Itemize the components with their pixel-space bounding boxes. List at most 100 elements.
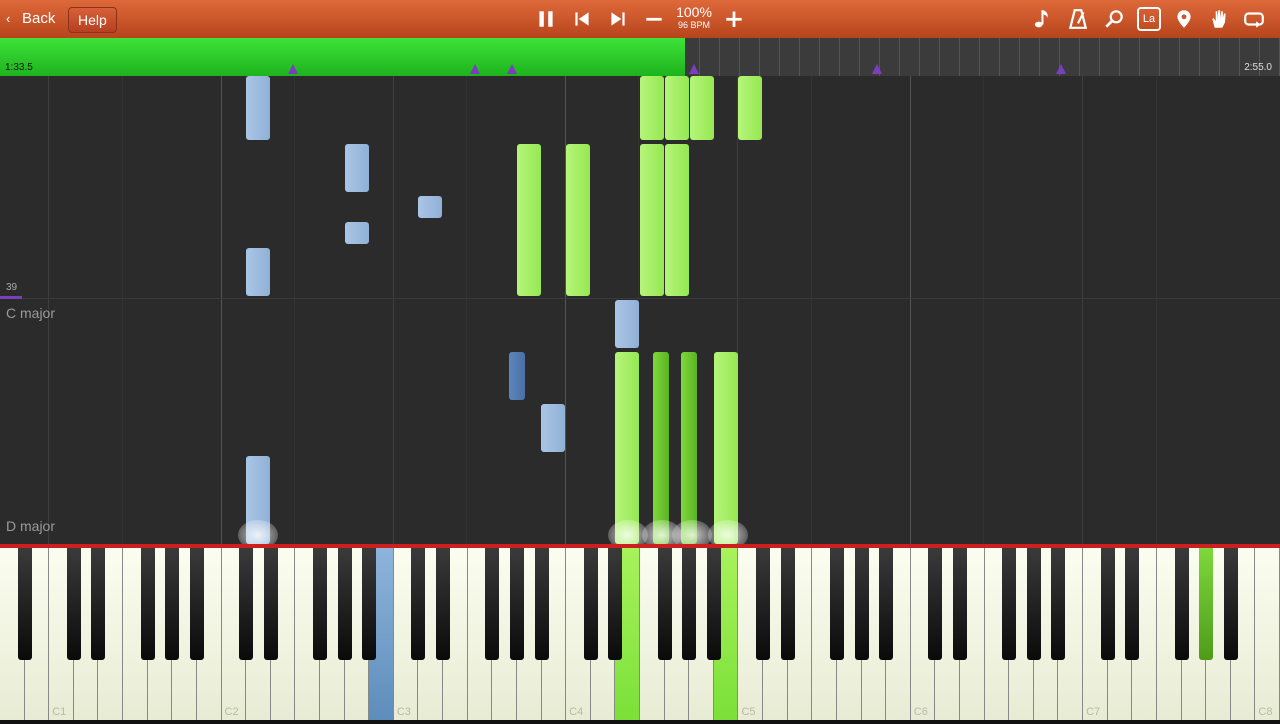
falling-note	[640, 76, 664, 140]
falling-note	[345, 222, 369, 244]
top-toolbar: ‹ Back Help 100% 96 BPM La	[0, 0, 1280, 39]
black-key[interactable]	[313, 548, 327, 660]
grid-line	[294, 76, 295, 544]
octave-label: C7	[1086, 706, 1101, 718]
pause-icon[interactable]	[534, 7, 558, 31]
black-key[interactable]	[1199, 548, 1214, 660]
black-key[interactable]	[608, 548, 623, 660]
falling-note	[246, 248, 270, 296]
falling-note	[541, 404, 565, 452]
minus-icon[interactable]	[642, 7, 666, 31]
black-key[interactable]	[657, 548, 672, 660]
black-key[interactable]	[411, 548, 426, 660]
song-timeline[interactable]: 1:33.5 2:55.0	[0, 38, 1280, 76]
falling-note	[681, 352, 697, 544]
white-key[interactable]	[1255, 548, 1280, 720]
grid-line	[1156, 76, 1157, 544]
measure-number: 39	[6, 282, 18, 293]
black-key[interactable]	[17, 548, 32, 660]
black-key[interactable]	[682, 548, 697, 660]
black-key[interactable]	[953, 548, 967, 660]
bookmark-marker[interactable]	[872, 64, 882, 74]
black-key[interactable]	[165, 548, 180, 660]
octave-label: C8	[1258, 706, 1273, 718]
metronome-icon[interactable]	[1066, 7, 1090, 31]
note-waterfall: 39 C major D major	[0, 76, 1280, 544]
key-label-badge: La	[1142, 13, 1156, 25]
black-key[interactable]	[509, 548, 524, 660]
grid-line	[983, 76, 984, 544]
falling-note	[345, 144, 369, 192]
back-label: Back	[22, 10, 56, 27]
key-signature-label: C major	[6, 305, 56, 321]
black-key[interactable]	[1223, 548, 1238, 660]
octave-label: C3	[396, 706, 411, 718]
falling-note	[566, 144, 590, 296]
black-key[interactable]	[879, 548, 894, 660]
bookmark-marker[interactable]	[689, 64, 699, 74]
hand-icon[interactable]	[1207, 7, 1231, 31]
black-key[interactable]	[583, 548, 598, 660]
black-key[interactable]	[337, 548, 352, 660]
tempo-label: 96 BPM	[677, 20, 710, 30]
falling-note	[418, 196, 442, 218]
black-key[interactable]	[66, 548, 81, 660]
skip-back-icon[interactable]	[570, 7, 594, 31]
octave-label: C2	[224, 706, 239, 718]
black-key[interactable]	[1100, 548, 1115, 660]
grid-line	[1082, 76, 1083, 544]
black-key[interactable]	[1125, 548, 1140, 660]
falling-note	[509, 352, 525, 400]
music-note-icon[interactable]	[1030, 7, 1054, 31]
measure-indicator	[0, 296, 22, 299]
location-pin-icon[interactable]	[1172, 7, 1196, 31]
falling-note	[640, 144, 664, 296]
black-key[interactable]	[1002, 548, 1017, 660]
black-key[interactable]	[706, 548, 721, 660]
key-label-icon[interactable]: La	[1137, 7, 1161, 31]
octave-label: C4	[569, 706, 584, 718]
loop-icon[interactable]	[1242, 7, 1266, 31]
falling-note	[714, 352, 738, 544]
grid-line	[221, 76, 222, 544]
bookmark-marker[interactable]	[507, 64, 517, 74]
black-key[interactable]	[485, 548, 500, 660]
piano-keyboard[interactable]: C1 C2 C3 C4 C5 C6 C7 C8	[0, 544, 1280, 724]
black-key[interactable]	[854, 548, 869, 660]
plus-icon[interactable]	[722, 7, 746, 31]
bookmark-marker[interactable]	[470, 64, 480, 74]
black-key[interactable]	[829, 548, 844, 660]
bookmark-marker[interactable]	[1056, 64, 1066, 74]
black-key[interactable]	[756, 548, 771, 660]
falling-note	[665, 76, 689, 140]
black-key[interactable]	[189, 548, 204, 660]
key-signature-label: D major	[6, 518, 56, 534]
back-arrow-icon: ‹	[6, 11, 11, 26]
grid-line	[910, 76, 911, 544]
falling-note	[615, 352, 639, 544]
black-key[interactable]	[1174, 548, 1189, 660]
black-key[interactable]	[534, 548, 549, 660]
total-time: 2:55.0	[1244, 62, 1272, 73]
falling-note	[246, 76, 270, 140]
black-key[interactable]	[91, 548, 106, 660]
black-key[interactable]	[1026, 548, 1041, 660]
back-button[interactable]: ‹ Back	[6, 0, 55, 38]
bookmark-marker[interactable]	[288, 64, 298, 74]
black-key[interactable]	[140, 548, 155, 660]
timeline-progress[interactable]	[0, 38, 685, 76]
falling-note	[665, 144, 689, 296]
black-key[interactable]	[263, 548, 278, 660]
measure-line	[0, 298, 1280, 299]
octave-label: C6	[913, 706, 928, 718]
black-key[interactable]	[928, 548, 943, 660]
black-key[interactable]	[780, 548, 795, 660]
black-key[interactable]	[1051, 548, 1066, 660]
falling-note	[615, 300, 639, 348]
magnifier-icon[interactable]	[1102, 7, 1126, 31]
help-button[interactable]: Help	[68, 7, 117, 33]
black-key[interactable]	[239, 548, 254, 660]
skip-forward-icon[interactable]	[606, 7, 630, 31]
black-key[interactable]	[362, 548, 377, 660]
black-key[interactable]	[436, 548, 451, 660]
